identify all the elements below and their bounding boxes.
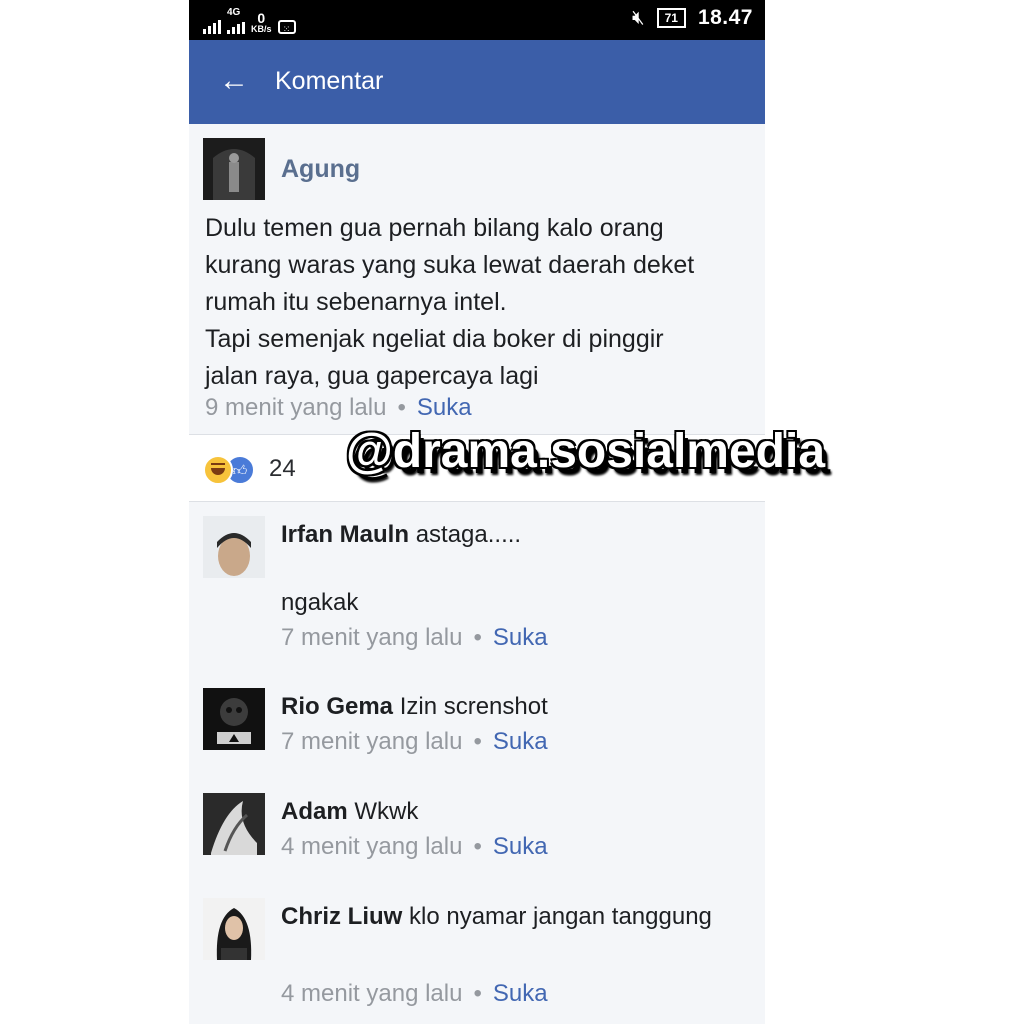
comment-header: Rio Gema Izin screnshot xyxy=(281,688,751,725)
comment-header: Chriz Liuw klo nyamar jangan tanggung xyxy=(281,898,751,935)
comment-time: 4 menit yang lalu xyxy=(281,833,463,860)
comment-time: 4 menit yang lalu xyxy=(281,980,463,1007)
comment-extra-text: ngakak xyxy=(281,589,359,616)
clock: 18.47 xyxy=(697,6,753,29)
commenter-name[interactable]: Irfan Mauln xyxy=(281,521,409,548)
network-type: 4G xyxy=(227,8,245,34)
like-button[interactable]: Suka xyxy=(493,833,548,860)
avatar[interactable] xyxy=(203,898,265,960)
bbm-icon: ⁙ xyxy=(277,20,296,34)
comment-text: klo nyamar jangan tanggung xyxy=(409,903,712,930)
post-author[interactable]: Agung xyxy=(281,155,360,184)
comment-text: Wkwk xyxy=(354,798,419,825)
comment-meta: 7 menit yang lalu • Suka xyxy=(281,624,548,652)
comment-text: Izin screnshot xyxy=(399,693,548,720)
comment-meta: 4 menit yang lalu • Suka xyxy=(281,833,548,861)
commenter-name[interactable]: Adam xyxy=(281,798,348,825)
commenter-name[interactable]: Chriz Liuw xyxy=(281,903,402,930)
reaction-count: 24 xyxy=(269,455,296,482)
comment-meta: 7 menit yang lalu • Suka xyxy=(281,728,548,756)
separator: • xyxy=(473,728,482,755)
separator: • xyxy=(473,833,482,860)
avatar-image xyxy=(203,138,265,200)
battery-indicator: 71 xyxy=(656,8,686,28)
original-post: Agung Dulu temen gua pernah bilang kalo … xyxy=(189,124,765,434)
status-left: 4G 0 KB/s ⁙ xyxy=(203,8,296,34)
comment-time: 7 menit yang lalu xyxy=(281,624,463,651)
avatar-image xyxy=(203,516,265,578)
avatar[interactable] xyxy=(203,516,265,578)
separator: • xyxy=(397,394,406,421)
separator: • xyxy=(473,624,482,651)
post-line: Tapi semenjak ngeliat dia boker di pingg… xyxy=(205,325,664,353)
like-button[interactable]: Suka xyxy=(493,980,548,1007)
data-rate: 0 KB/s xyxy=(251,10,272,34)
page-title: Komentar xyxy=(275,67,384,95)
comment-meta: 4 menit yang lalu • Suka xyxy=(281,980,548,1008)
back-arrow-icon[interactable]: ← xyxy=(219,64,249,98)
post-line: rumah itu sebenarnya intel. xyxy=(205,288,507,316)
avatar[interactable] xyxy=(203,138,265,200)
status-bar: 4G 0 KB/s ⁙ 🔇︎ 71 18.47 xyxy=(189,0,765,40)
phone-screen: 4G 0 KB/s ⁙ 🔇︎ 71 18.47 ← Komentar Agung… xyxy=(189,0,765,1024)
post-line: kurang waras yang suka lewat daerah deke… xyxy=(205,251,695,279)
avatar-image xyxy=(203,793,265,855)
post-meta: 9 menit yang lalu • Suka xyxy=(205,394,472,422)
app-bar: ← Komentar xyxy=(189,40,765,124)
like-button[interactable]: Suka xyxy=(493,728,548,755)
signal-icon xyxy=(203,18,221,34)
comment-header: Irfan Mauln astaga..... xyxy=(281,516,751,553)
like-button[interactable]: Suka xyxy=(493,624,548,651)
separator: • xyxy=(473,980,482,1007)
post-body: Dulu temen gua pernah bilang kalo orang … xyxy=(205,210,751,395)
avatar-image xyxy=(203,688,265,750)
comment-header: Adam Wkwk xyxy=(281,793,751,830)
avatar-image xyxy=(203,898,265,960)
post-line: Dulu temen gua pernah bilang kalo orang xyxy=(205,214,664,242)
comment-time: 7 menit yang lalu xyxy=(281,728,463,755)
post-time: 9 menit yang lalu xyxy=(205,394,387,421)
avatar[interactable] xyxy=(203,688,265,750)
post-line: jalan raya, gua gapercaya lagi xyxy=(205,362,539,390)
haha-icon xyxy=(203,455,233,485)
status-right: 🔇︎ 71 18.47 xyxy=(632,6,753,30)
like-button[interactable]: Suka xyxy=(417,394,472,421)
commenter-name[interactable]: Rio Gema xyxy=(281,693,393,720)
mute-icon: 🔇︎ xyxy=(631,6,645,29)
avatar[interactable] xyxy=(203,793,265,855)
comment-text: astaga..... xyxy=(415,521,522,548)
watermark: @drama.sosialmedia xyxy=(346,425,826,478)
signal-icon-2 xyxy=(227,18,245,34)
